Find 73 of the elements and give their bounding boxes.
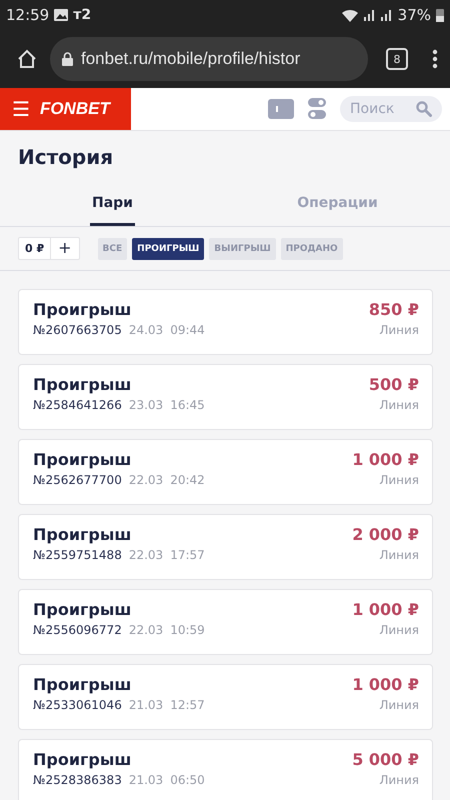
bet-result: Проигрыш	[33, 600, 132, 619]
bet-result: Проигрыш	[33, 450, 132, 469]
amount-value[interactable]: 0 ₽	[19, 238, 52, 259]
bet-amount: 2 000 ₽	[352, 525, 419, 544]
bet-number: №2533061046	[33, 698, 122, 712]
home-icon[interactable]	[16, 48, 38, 70]
bet-date: 21.03	[128, 698, 164, 712]
wifi-icon	[340, 8, 359, 22]
bet-amount: 1 000 ₽	[352, 675, 419, 694]
bet-card[interactable]: Проигрыш №2584641266 23.03 16:45 500 ₽ Линия	[18, 364, 433, 430]
bet-date: 21.03	[128, 773, 164, 787]
carrier-label: т2	[73, 7, 92, 23]
battery-percent: 37%	[398, 6, 431, 24]
clock-time: 12:59	[6, 6, 50, 24]
bet-type: Линия	[379, 473, 419, 487]
image-icon	[54, 9, 68, 21]
search-icon	[416, 101, 432, 117]
bet-type: Линия	[379, 773, 419, 787]
bet-time: 17:57	[170, 548, 205, 562]
bet-card[interactable]: Проигрыш №2533061046 21.03 12:57 1 000 ₽ Линия	[18, 664, 433, 730]
bet-date: 23.03	[128, 398, 164, 412]
bet-amount: 1 000 ₽	[352, 450, 419, 469]
bet-time: 09:44	[170, 323, 205, 337]
bet-number: №2528386383	[33, 773, 122, 787]
bet-type: Линия	[379, 398, 419, 412]
lock-icon	[62, 52, 73, 66]
bet-amount: 5 000 ₽	[352, 750, 419, 769]
more-icon[interactable]	[432, 49, 438, 69]
bet-number: №2607663705	[33, 323, 122, 337]
bet-card[interactable]: Проигрыш №2607663705 24.03 09:44 850 ₽ Линия	[18, 289, 433, 355]
signal-icon	[380, 9, 393, 21]
bet-card[interactable]: Проигрыш №2528386383 21.03 06:50 5 000 ₽ Линия	[18, 739, 433, 800]
bet-card[interactable]: Проигрыш №2562677700 22.03 20:42 1 000 ₽ Линия	[18, 439, 433, 505]
page-title: История	[17, 144, 114, 171]
bet-card[interactable]: Проигрыш №2556096772 22.03 10:59 1 000 ₽ Линия	[18, 589, 433, 655]
url-text: fonbet.ru/mobile/profile/histor	[81, 49, 300, 69]
search-field[interactable]: Поиск	[340, 96, 442, 122]
bet-time: 12:57	[170, 698, 205, 712]
bet-date: 22.03	[128, 623, 164, 637]
bet-number: №2556096772	[33, 623, 122, 637]
battery-icon	[436, 8, 444, 22]
bet-number: №2562677700	[33, 473, 122, 487]
toggles-icon[interactable]	[308, 98, 326, 120]
bet-amount: 500 ₽	[368, 375, 419, 394]
bet-type: Линия	[379, 698, 419, 712]
bet-date: 22.03	[128, 548, 164, 562]
menu-button[interactable]: ☰	[12, 97, 30, 121]
bet-card[interactable]: Проигрыш №2559751488 22.03 17:57 2 000 ₽ Линия	[18, 514, 433, 580]
bet-type: Линия	[379, 623, 419, 637]
signal-icon	[364, 9, 376, 21]
bet-number: №2584641266	[33, 398, 122, 412]
bet-time: 06:50	[170, 773, 205, 787]
bet-result: Проигрыш	[33, 525, 132, 544]
bet-result: Проигрыш	[33, 375, 132, 394]
bet-type: Линия	[379, 548, 419, 562]
filter-chip[interactable]: ПРОИГРЫШ	[132, 238, 204, 260]
add-button[interactable]: +	[51, 238, 79, 259]
bet-time: 20:42	[170, 473, 205, 487]
bet-result: Проигрыш	[33, 675, 132, 694]
logo: FONBET	[40, 99, 110, 119]
address-bar[interactable]: fonbet.ru/mobile/profile/histor	[50, 37, 368, 81]
bet-time: 16:45	[170, 398, 205, 412]
bet-type: Линия	[379, 323, 419, 337]
bet-result: Проигрыш	[33, 750, 132, 769]
tab[interactable]: Пари	[90, 189, 135, 226]
bet-amount: 850 ₽	[368, 300, 419, 319]
bet-result: Проигрыш	[33, 300, 132, 319]
bet-date: 22.03	[128, 473, 164, 487]
bet-date: 24.03	[128, 323, 164, 337]
bet-amount: 1 000 ₽	[352, 600, 419, 619]
bet-number: №2559751488	[33, 548, 122, 562]
bet-time: 10:59	[170, 623, 205, 637]
tab-count-button[interactable]: 8	[386, 48, 408, 70]
